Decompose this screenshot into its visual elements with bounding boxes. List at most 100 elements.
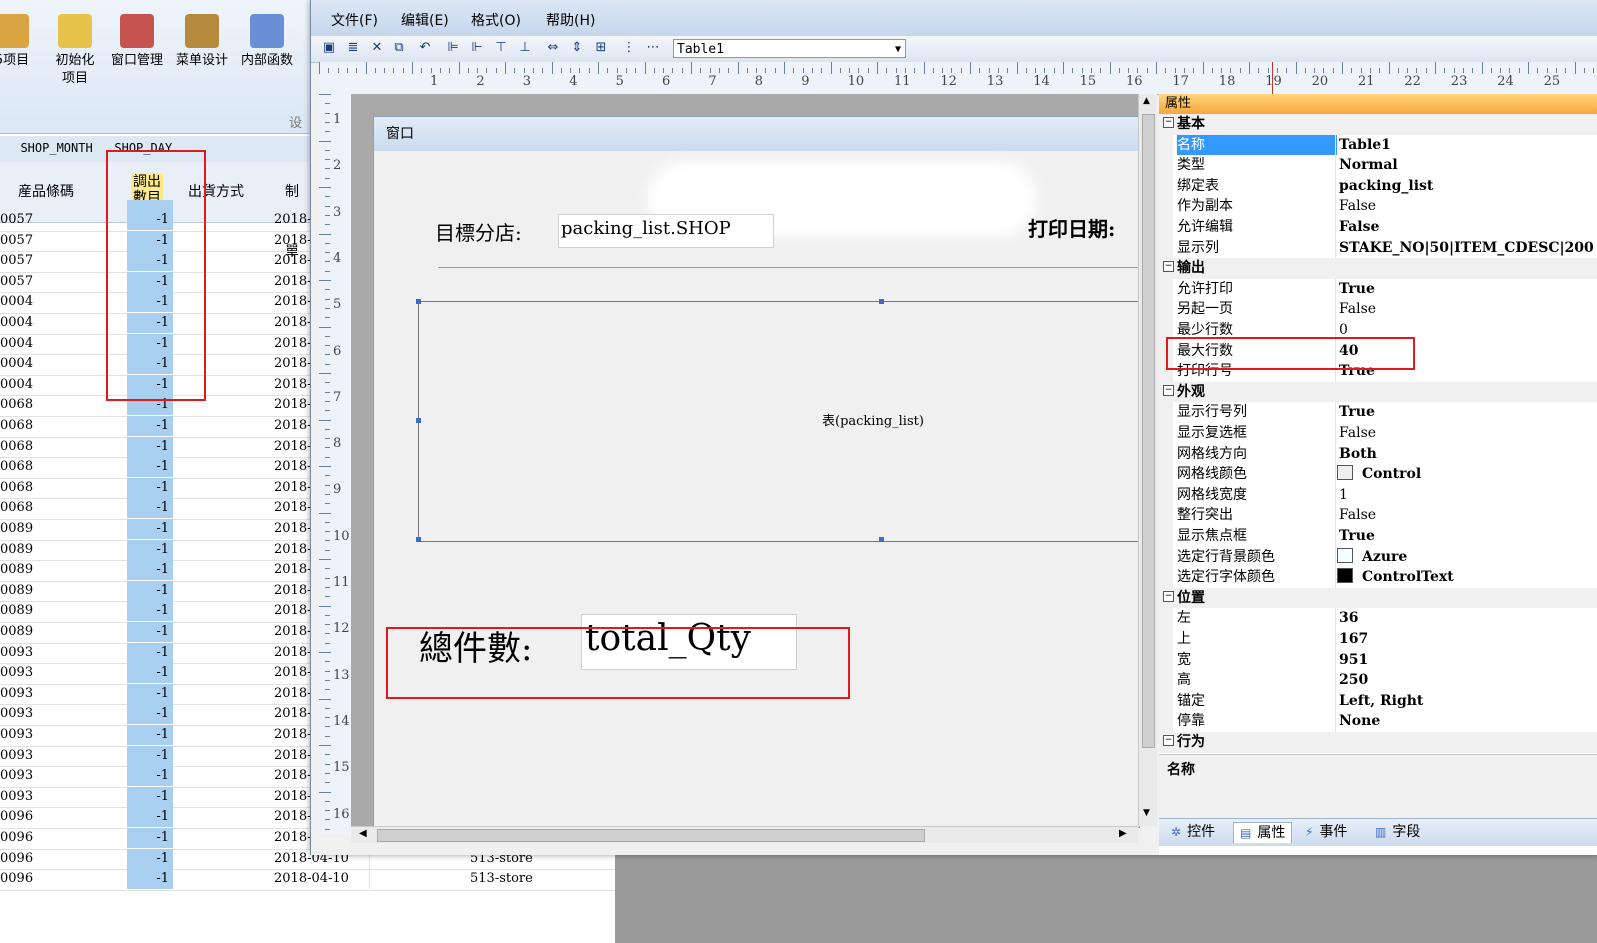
property-value[interactable]: False [1339, 423, 1376, 444]
scroll-thumb[interactable] [377, 829, 925, 842]
property-value[interactable]: ControlText [1337, 567, 1454, 588]
property-value[interactable]: STAKE_NO|50|ITEM_CDESC|200 [1339, 238, 1594, 259]
property-value[interactable]: Both [1339, 444, 1377, 465]
property-row[interactable]: 作为副本 False [1159, 196, 1597, 217]
property-value[interactable]: None [1339, 711, 1380, 732]
collapse-icon[interactable]: − [1163, 261, 1174, 273]
property-row[interactable]: 整行突出 False [1159, 505, 1597, 526]
canvas-horizontal-scrollbar[interactable]: ◀ ▶ [351, 826, 1138, 843]
property-value[interactable]: True [1339, 279, 1375, 300]
collapse-icon[interactable]: − [1163, 590, 1174, 602]
property-row[interactable]: 显示列 STAKE_NO|50|ITEM_CDESC|200 [1159, 237, 1597, 259]
same-height-icon[interactable]: ⇕ [569, 40, 585, 56]
v-spacing-icon[interactable]: ⋮ [621, 40, 637, 56]
resize-handle[interactable] [416, 418, 421, 423]
target-shop-field[interactable]: packing_list.SHOP [558, 214, 774, 248]
property-category[interactable]: − 行为 [1159, 732, 1597, 753]
property-row[interactable]: 高 250 [1159, 670, 1597, 691]
property-value[interactable]: 36 [1339, 608, 1358, 629]
property-row[interactable]: 上 167 [1159, 629, 1597, 650]
menu-1[interactable]: 编辑(E) [401, 10, 449, 30]
collapse-icon[interactable]: − [1163, 735, 1174, 746]
property-tab[interactable]: ▤ 属性 [1233, 822, 1293, 843]
property-row[interactable]: 名称 Table1 [1159, 134, 1597, 156]
menu-0[interactable]: 文件(F) [331, 10, 378, 30]
property-row[interactable]: 允许编辑 False [1159, 217, 1597, 238]
property-value[interactable]: False [1339, 196, 1376, 217]
property-row[interactable]: 允许打印 True [1159, 278, 1597, 300]
property-row[interactable]: 网格线颜色 Control [1159, 464, 1597, 485]
property-category[interactable]: − 外观 [1159, 381, 1597, 403]
align-bottom-icon[interactable]: ⊥ [517, 40, 533, 56]
h-spacing-icon[interactable]: ⋯ [645, 40, 661, 56]
form-window[interactable]: 窗口 目標分店: packing_list.SHOP 打印日期: 表(packi… [373, 116, 1141, 828]
save-icon[interactable]: ▣ [321, 40, 337, 56]
resize-handle[interactable] [416, 299, 421, 304]
property-value[interactable]: False [1339, 505, 1376, 526]
property-category[interactable]: − 位置 [1159, 587, 1597, 609]
ribbon-button[interactable]: 内部函数 [236, 14, 298, 70]
property-value[interactable]: Azure [1337, 547, 1407, 568]
property-row[interactable]: 锚定 Left, Right [1159, 690, 1597, 712]
property-value[interactable]: 250 [1339, 670, 1368, 691]
undo-icon[interactable]: ↶ [417, 40, 433, 56]
scroll-up-icon[interactable]: ▲ [1143, 96, 1150, 106]
property-value[interactable]: Left, Right [1339, 691, 1423, 712]
property-row[interactable]: 停靠 None [1159, 711, 1597, 732]
canvas-vertical-scrollbar[interactable]: ▲ ▼ [1138, 94, 1157, 826]
property-row[interactable]: 选定行字体颜色 ControlText [1159, 567, 1597, 588]
resize-handle[interactable] [879, 299, 884, 304]
property-value[interactable]: packing_list [1339, 176, 1433, 197]
property-value[interactable]: False [1339, 299, 1376, 320]
delete-icon[interactable]: ✕ [369, 40, 385, 56]
property-value[interactable]: 1 [1339, 485, 1348, 506]
save-all-icon[interactable]: ≣ [345, 40, 361, 56]
property-row[interactable]: 网格线宽度 1 [1159, 484, 1597, 506]
collapse-icon[interactable]: − [1163, 384, 1174, 396]
property-row[interactable]: 显示行号列 True [1159, 402, 1597, 423]
resize-handle[interactable] [416, 537, 421, 542]
table-control[interactable]: 表(packing_list) [416, 299, 1141, 542]
align-right-icon[interactable]: ⊩ [469, 40, 485, 56]
ribbon-button[interactable]: 窗口管理 [106, 14, 168, 70]
property-row[interactable]: 显示焦点框 True [1159, 526, 1597, 547]
copy-icon[interactable]: ⧉ [391, 40, 407, 56]
ribbon-button[interactable]: 菜单设计 [171, 14, 233, 70]
scroll-down-icon[interactable]: ▼ [1143, 808, 1150, 818]
property-value[interactable]: Control [1337, 464, 1421, 485]
property-tab[interactable]: ⚡ 事件 [1299, 822, 1353, 842]
property-value[interactable]: True [1339, 402, 1375, 423]
property-row[interactable]: 宽 951 [1159, 649, 1597, 671]
property-value[interactable]: Table1 [1339, 135, 1391, 156]
property-tab[interactable]: ▥ 字段 [1369, 822, 1426, 842]
property-value[interactable]: 951 [1339, 650, 1368, 671]
property-row[interactable]: 显示复选框 False [1159, 423, 1597, 444]
property-value[interactable]: Normal [1339, 155, 1398, 176]
align-left-icon[interactable]: ⊫ [445, 40, 461, 56]
same-size-icon[interactable]: ⊞ [593, 40, 609, 56]
resize-handle[interactable] [879, 537, 884, 542]
scroll-left-icon[interactable]: ◀ [359, 828, 367, 839]
align-top-icon[interactable]: ⊤ [493, 40, 509, 56]
collapse-icon[interactable]: − [1163, 117, 1174, 128]
property-category[interactable]: − 输出 [1159, 258, 1597, 279]
scroll-thumb[interactable] [1142, 114, 1155, 748]
property-row[interactable]: 类型 Normal [1159, 155, 1597, 176]
same-width-icon[interactable]: ⇔ [545, 40, 561, 56]
control-selector-dropdown[interactable]: Table1 ▼ [673, 39, 906, 58]
property-row[interactable]: 左 36 [1159, 608, 1597, 629]
property-row[interactable]: 绑定表 packing_list [1159, 175, 1597, 197]
ribbon-button[interactable]: 初始化 项目 [44, 14, 106, 88]
property-tab[interactable]: ✲ 控件 [1165, 822, 1221, 842]
menu-3[interactable]: 帮助(H) [546, 10, 595, 30]
property-category[interactable]: − 基本 [1159, 114, 1597, 135]
property-value[interactable]: 167 [1339, 629, 1368, 650]
property-value[interactable]: True [1339, 526, 1375, 547]
property-row[interactable]: 另起一页 False [1159, 299, 1597, 320]
property-row[interactable]: 网格线方向 Both [1159, 443, 1597, 465]
scroll-right-icon[interactable]: ▶ [1119, 828, 1127, 839]
menu-2[interactable]: 格式(O) [471, 10, 521, 30]
property-row[interactable]: 选定行背景颜色 Azure [1159, 546, 1597, 568]
property-value[interactable]: False [1339, 217, 1379, 238]
ribbon-button[interactable]: 5项目 [0, 14, 32, 70]
